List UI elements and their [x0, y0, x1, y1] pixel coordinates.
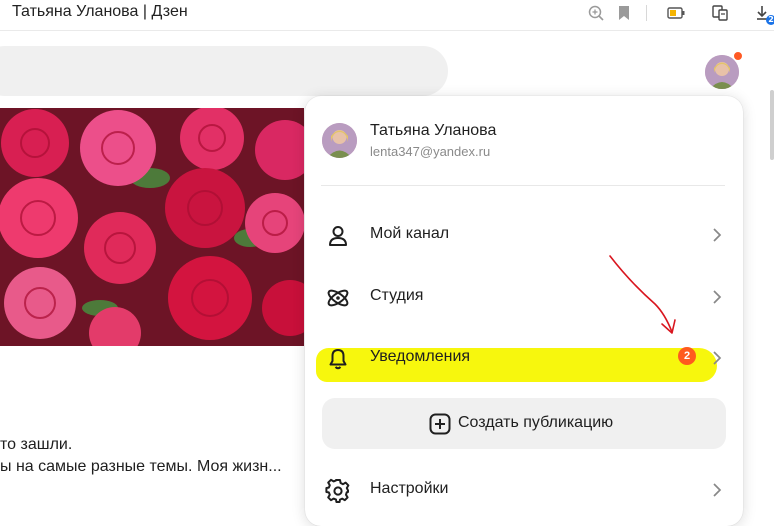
- menu-item-label: Уведомления: [370, 348, 471, 365]
- menu-item-label: Студия: [370, 287, 424, 304]
- scrollbar[interactable]: [770, 90, 774, 160]
- battery-icon[interactable]: [666, 3, 686, 23]
- notification-dot: [733, 51, 743, 61]
- atom-icon: [325, 285, 351, 311]
- plus-icon: [429, 413, 451, 435]
- create-publication-label: Создать публикацию: [458, 414, 614, 431]
- menu-user-name: Татьяна Уланова: [370, 122, 497, 139]
- header-avatar[interactable]: [705, 55, 739, 89]
- chevron-right-icon: [710, 349, 724, 367]
- bookmark-icon[interactable]: [614, 3, 634, 23]
- channel-description-line: ы на самые разные темы. Моя жизн...: [0, 458, 282, 475]
- download-count-badge: 2: [766, 15, 774, 25]
- menu-divider: [321, 185, 725, 186]
- chevron-right-icon: [710, 481, 724, 499]
- person-icon: [325, 223, 351, 249]
- chevron-right-icon: [710, 288, 724, 306]
- annotation-arrow: [609, 255, 676, 334]
- gear-icon: [325, 478, 351, 504]
- search-bar[interactable]: [0, 46, 448, 96]
- browser-title-bar: Татьяна Уланова | Дзен 2: [0, 0, 774, 31]
- channel-cover-image: [0, 108, 304, 346]
- zoom-icon[interactable]: [586, 3, 606, 23]
- menu-user-email: lenta347@yandex.ru: [370, 144, 491, 159]
- bell-icon: [325, 346, 351, 372]
- menu-avatar: [322, 123, 357, 158]
- notification-count-badge: 2: [678, 347, 696, 365]
- toolbar-divider: [646, 5, 647, 21]
- menu-item-label: Настройки: [370, 480, 449, 497]
- menu-item-settings[interactable]: Настройки: [305, 467, 743, 513]
- extension-icon[interactable]: [710, 3, 730, 23]
- channel-description-line: то зашли.: [0, 436, 73, 453]
- menu-item-label: Мой канал: [370, 225, 450, 242]
- create-publication-button[interactable]: Создать публикацию: [322, 398, 726, 449]
- tab-title: Татьяна Уланова | Дзен: [12, 3, 188, 20]
- chevron-right-icon: [710, 226, 724, 244]
